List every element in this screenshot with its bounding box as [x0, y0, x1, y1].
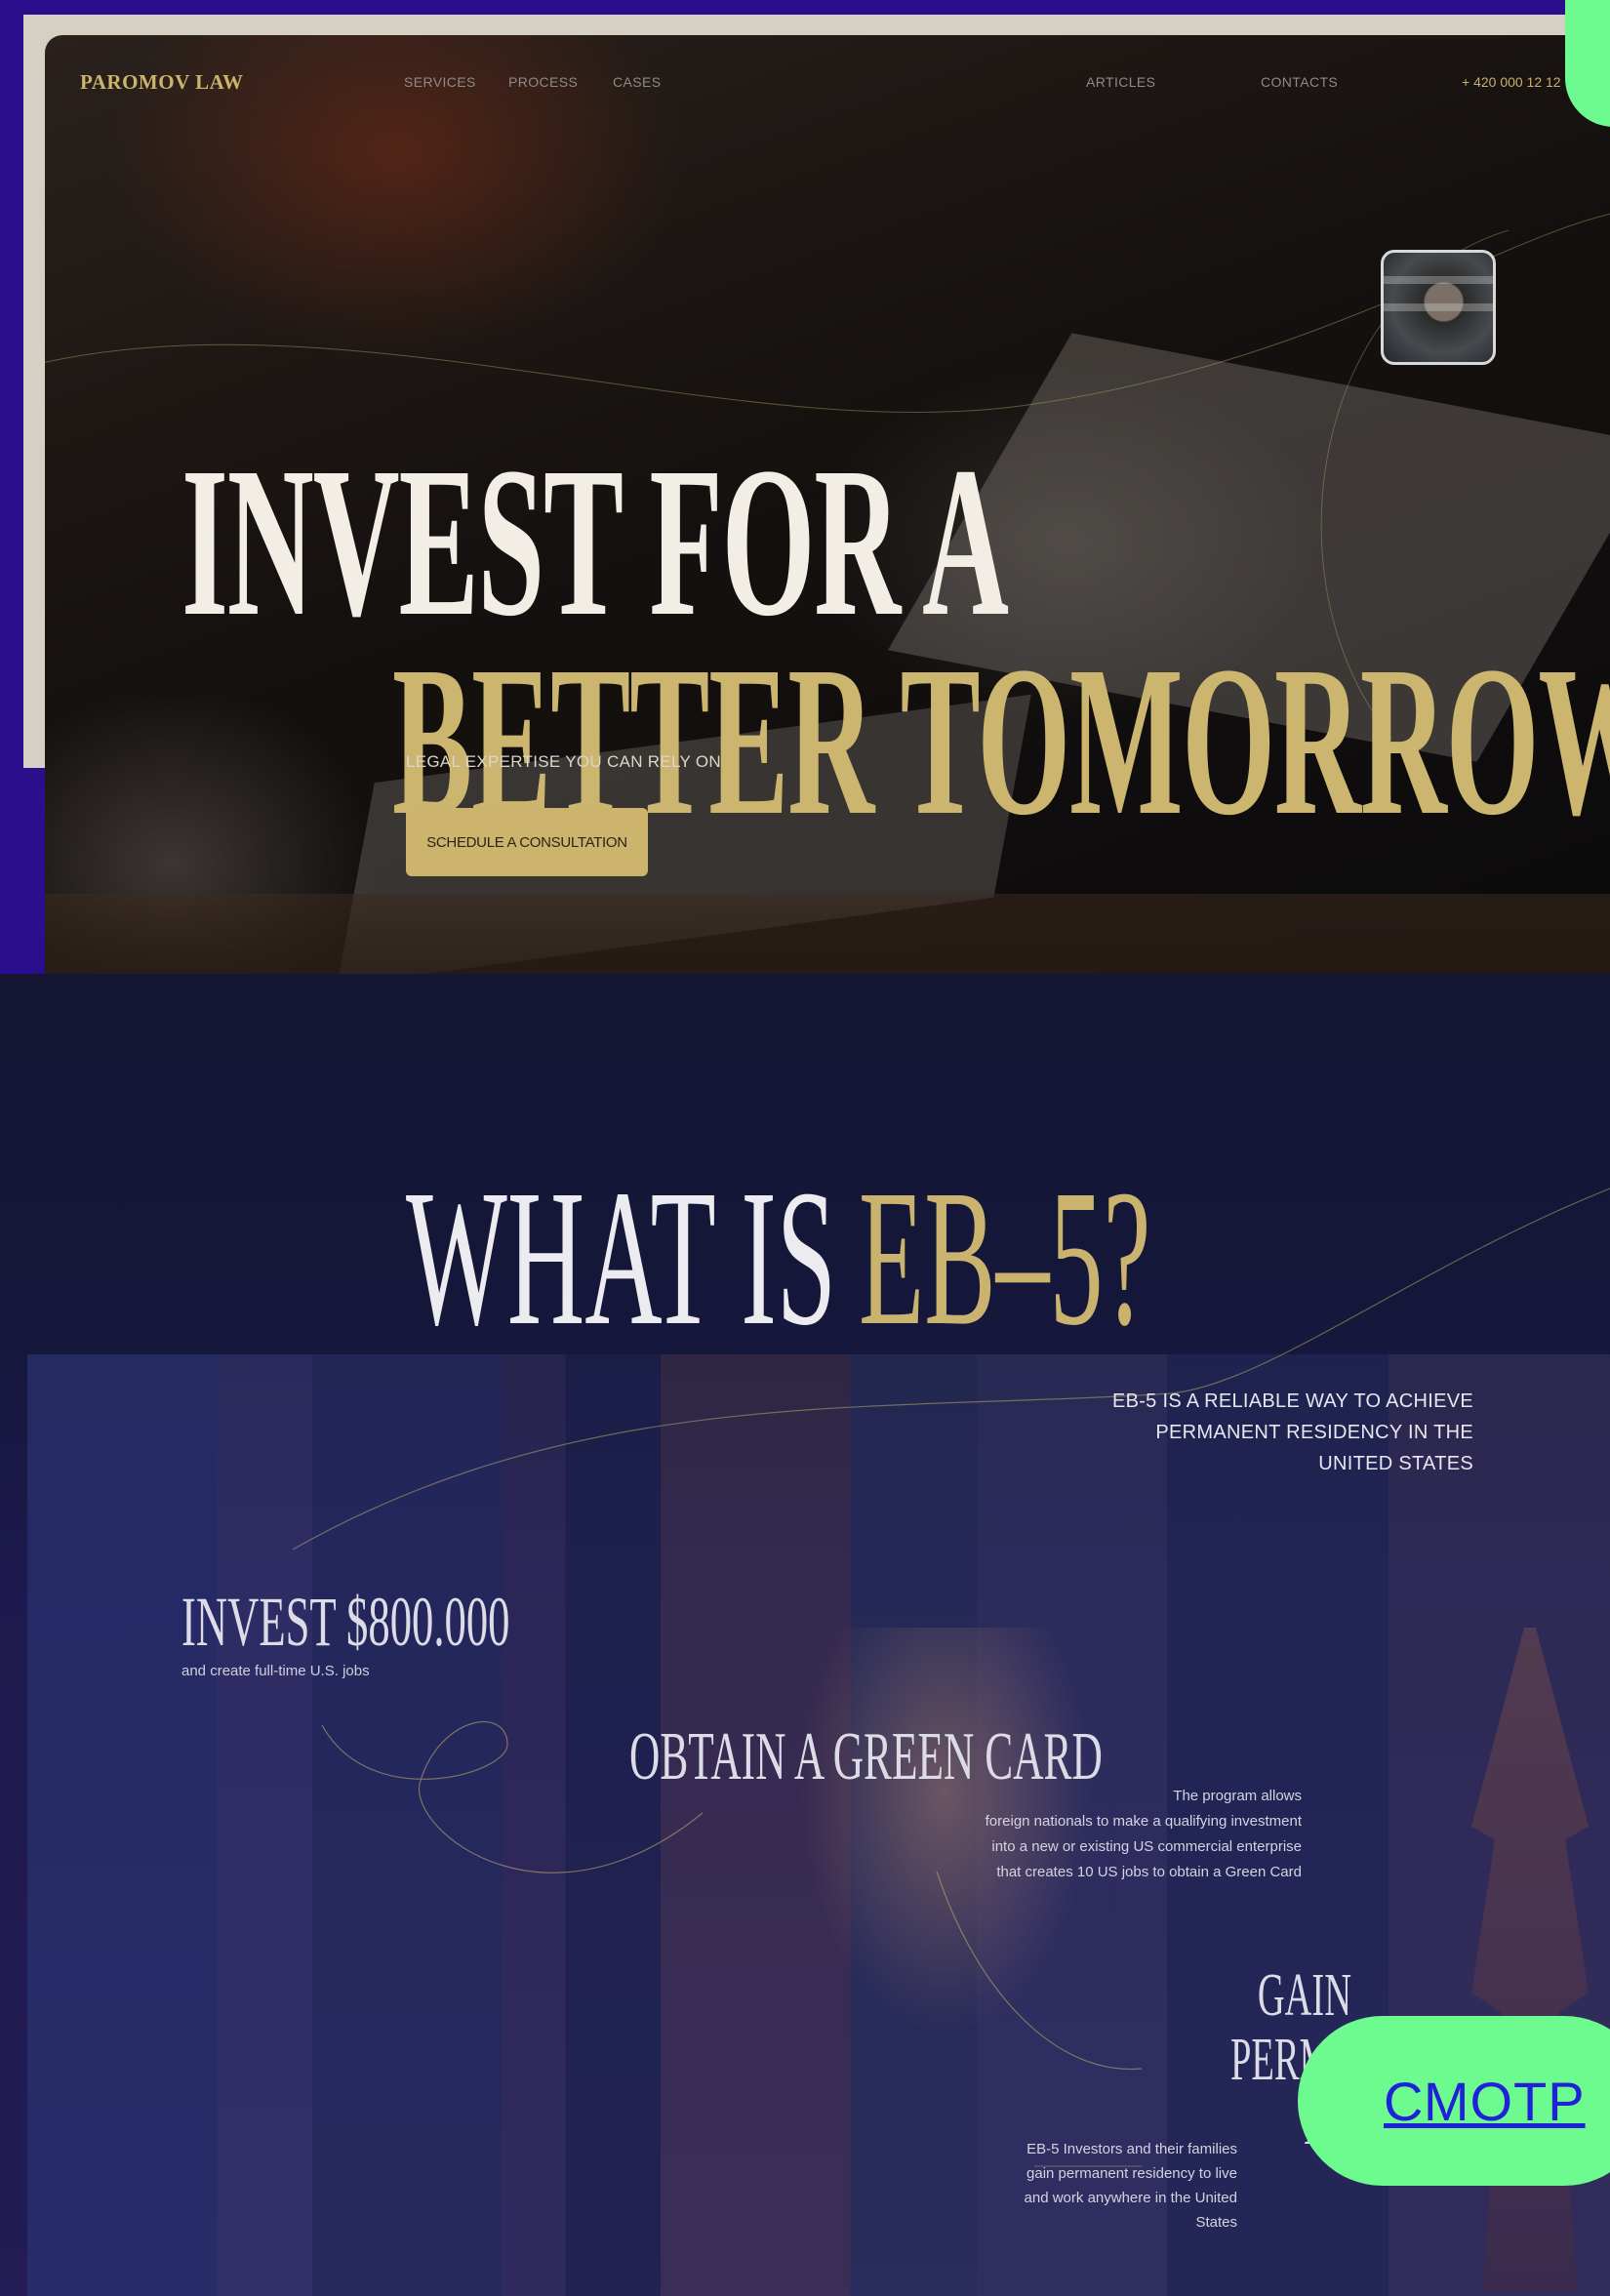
hero-table-image — [45, 894, 1610, 974]
phone-link[interactable]: + 420 000 12 12 — [1462, 74, 1561, 90]
watch-overlay-button[interactable]: СМОТР — [1298, 2016, 1610, 2186]
nav-link-cases[interactable]: CASES — [613, 74, 661, 90]
nav-link-services[interactable]: SERVICES — [404, 74, 476, 90]
gain-title-line: GAIN — [1257, 1962, 1351, 2029]
hero-tagline: LEGAL EXPERTISE YOU CAN RELY ON — [406, 752, 721, 771]
obtain-text-line: foreign nationals to make a qualifying i… — [985, 1813, 1302, 1830]
eb5-heading-white: WHAT IS — [406, 1150, 837, 1366]
nav-link-process[interactable]: PROCESS — [508, 74, 578, 90]
obtain-text-line: into a new or existing US commercial ent… — [991, 1838, 1302, 1855]
hero-section: PAROMOV LAW SERVICES PROCESS CASES ARTIC… — [45, 35, 1610, 974]
eb5-heading-gold: EB–5? — [859, 1150, 1151, 1366]
hero-title-line1: INVEST FOR A — [181, 423, 1009, 662]
gain-step-text: EB-5 Investors and their families gain p… — [1024, 2141, 1237, 2231]
obtain-step-title: OBTAIN A GREEN CARD — [629, 1719, 1103, 1794]
top-navigation: PAROMOV LAW SERVICES PROCESS CASES ARTIC… — [45, 35, 1610, 113]
obtain-step-text: The program allows foreign nationals to … — [902, 1784, 1302, 1885]
eb5-reliable-text: EB-5 IS A RELIABLE WAY TO ACHIEVE PERMAN… — [1111, 1390, 1473, 1474]
obtain-text-line: The program allows — [1173, 1788, 1302, 1804]
obtain-text-line: that creates 10 US jobs to obtain a Gree… — [996, 1864, 1302, 1880]
invest-step-text: and create full-time U.S. jobs — [181, 1663, 370, 1679]
invest-step-title: INVEST $800.000 — [181, 1583, 510, 1661]
schedule-consultation-button[interactable]: SCHEDULE A CONSULTATION — [406, 808, 648, 876]
nav-link-articles[interactable]: ARTICLES — [1086, 74, 1155, 90]
watch-link-label[interactable]: СМОТР — [1384, 2070, 1586, 2133]
nav-link-contacts[interactable]: CONTACTS — [1261, 74, 1338, 90]
brand-logo[interactable]: PAROMOV LAW — [80, 70, 243, 95]
lawyer-avatar[interactable] — [1381, 250, 1496, 365]
